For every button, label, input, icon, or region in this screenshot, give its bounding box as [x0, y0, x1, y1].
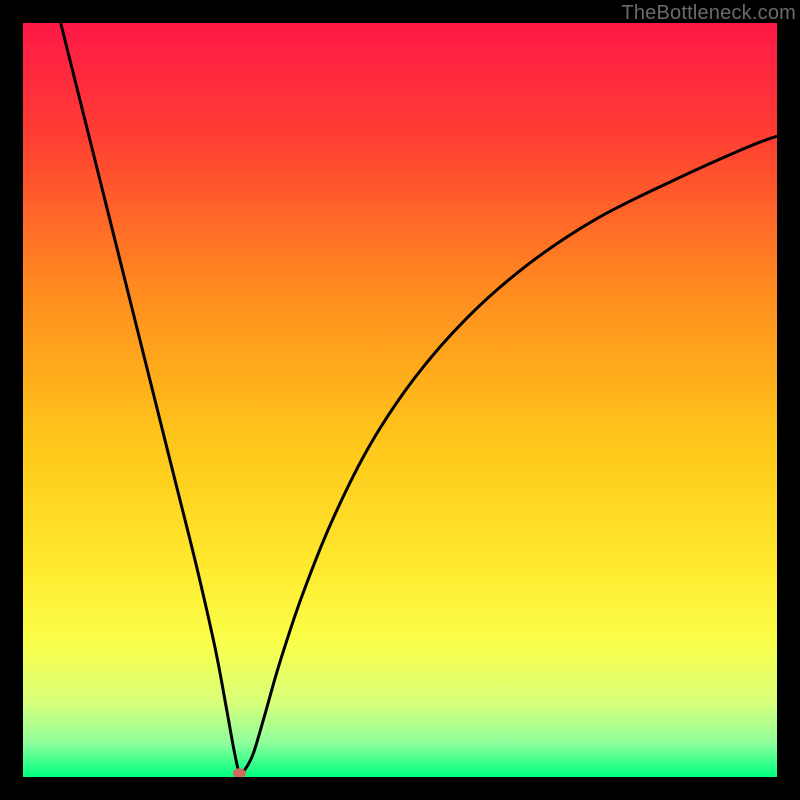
watermark-text: TheBottleneck.com — [621, 2, 796, 25]
bottleneck-chart — [23, 23, 777, 777]
chart-frame — [23, 23, 777, 777]
